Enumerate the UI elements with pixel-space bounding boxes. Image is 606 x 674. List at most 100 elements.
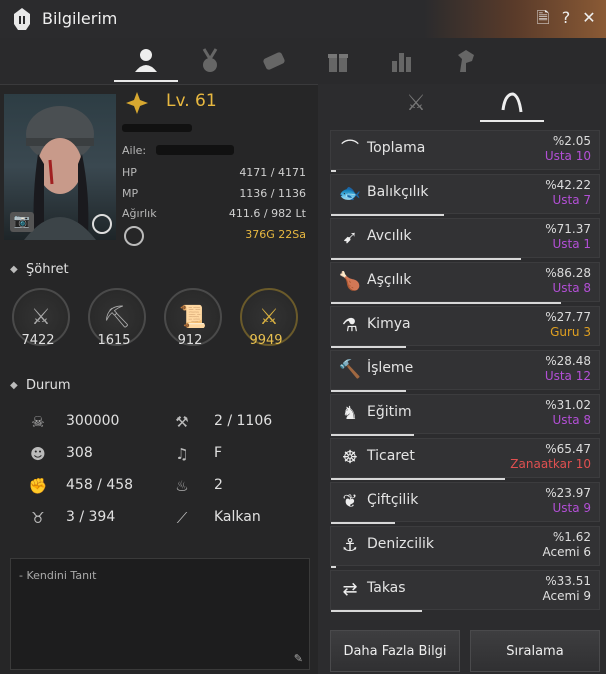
edit-pencil-icon[interactable]: ✎ xyxy=(294,652,303,665)
lifeskill-rank: Zanaatkar 10 xyxy=(510,457,591,471)
lifeskill-rank: Usta 8 xyxy=(552,281,591,295)
mp-value: 1136 / 1136 xyxy=(239,187,306,200)
swap-icon: ⇄ xyxy=(342,579,358,600)
lifeskill-percent: %65.47 xyxy=(545,442,591,456)
lifeskill-progress-bar xyxy=(331,478,505,480)
lifeskill-rank: Usta 12 xyxy=(544,369,591,383)
lifeskill-row[interactable]: ➹ Avcılık %71.37 Usta 1 xyxy=(330,218,600,260)
flask-icon: ⚗ xyxy=(341,315,359,336)
condition-value-8: Kalkan xyxy=(214,509,261,525)
horse-head-icon xyxy=(458,50,474,72)
soldier-icon: ☻ xyxy=(30,445,46,463)
help-icon[interactable]: ? xyxy=(557,8,575,28)
tab-life-skills[interactable] xyxy=(480,86,544,122)
lifeskill-row[interactable]: 🔨 İşleme %28.48 Usta 12 xyxy=(330,350,600,392)
clock-icon xyxy=(124,226,144,246)
lifeskill-progress-bar xyxy=(331,434,414,436)
lifeskill-row[interactable]: ⚗ Kimya %27.77 Guru 3 xyxy=(330,306,600,348)
wheel-icon: ☸ xyxy=(341,447,359,468)
lifeskill-rank: Usta 7 xyxy=(552,193,591,207)
lifeskill-row[interactable]: ❦ Çiftçilik %23.97 Usta 9 xyxy=(330,482,600,524)
camera-icon[interactable]: 📷 xyxy=(10,212,34,232)
lifeskill-rank: Acemi 6 xyxy=(542,545,591,559)
tab-gift[interactable] xyxy=(306,40,370,82)
tab-combat[interactable]: ⚔ xyxy=(384,86,448,120)
lifeskill-row[interactable]: ♞ Eğitim %31.02 Usta 8 xyxy=(330,394,600,436)
lifeskill-progress-bar xyxy=(331,566,336,568)
fire-icon: ♨ xyxy=(175,477,189,495)
lifeskill-rank: Usta 1 xyxy=(552,237,591,251)
more-info-button[interactable]: Daha Fazla Bilgi xyxy=(330,630,460,672)
diamond-bullet-icon: ◆ xyxy=(10,380,18,391)
lifeskill-percent: %33.51 xyxy=(545,574,591,588)
settings-icon[interactable] xyxy=(92,214,112,234)
lifeskill-name: Kimya xyxy=(367,316,411,332)
condition-value-1: 300000 xyxy=(66,413,120,429)
ranking-button[interactable]: Sıralama xyxy=(470,630,600,672)
lifeskill-progress-bar xyxy=(331,214,444,216)
close-icon[interactable]: ✕ xyxy=(580,8,598,28)
lifeskill-rank: Acemi 9 xyxy=(542,589,591,603)
lifeskill-row[interactable]: ⚓ Denizcilik %1.62 Acemi 6 xyxy=(330,526,600,568)
condition-value-6: 2 xyxy=(214,477,223,493)
horse-head-icon: ♞ xyxy=(341,403,359,424)
level-emblem-icon xyxy=(126,92,148,114)
window-title: Bilgilerim xyxy=(42,9,118,28)
character-level: Lv. 61 xyxy=(166,91,217,111)
lifeskill-name: Toplama xyxy=(367,140,426,156)
tab-medal[interactable] xyxy=(178,40,242,82)
lifeskill-rank: Usta 9 xyxy=(552,501,591,515)
lifeskill-progress-bar xyxy=(331,610,422,612)
taurus-icon: ♉ xyxy=(31,509,45,527)
playtime-value: 376G 22Sa xyxy=(245,228,306,241)
fish-icon: 🐟 xyxy=(338,183,362,204)
condition-value-5: 458 / 458 xyxy=(66,477,134,493)
fame-title: Şöhret xyxy=(26,262,69,277)
lifeskill-rank: Guru 3 xyxy=(550,325,591,339)
lifeskill-row[interactable]: ⇄ Takas %33.51 Acemi 9 xyxy=(330,570,600,612)
cooking-icon: 🍗 xyxy=(338,271,362,292)
condition-value-7: 3 / 394 xyxy=(66,509,116,525)
self-intro-placeholder: - Kendini Tanıt xyxy=(19,569,97,582)
lifeskill-row[interactable]: 🍗 Aşçılık %86.28 Usta 8 xyxy=(330,262,600,304)
hp-label: HP xyxy=(122,166,137,179)
crossed-swords-icon: ⚔ xyxy=(406,90,426,116)
fame-value-combat: 7422 xyxy=(21,333,55,348)
self-intro-textarea[interactable]: - Kendini Tanıt ✎ xyxy=(10,558,310,670)
lifeskill-row[interactable]: 🐟 Balıkçılık %42.22 Usta 7 xyxy=(330,174,600,216)
lifeskill-row[interactable]: ☸ Ticaret %65.47 Zanaatkar 10 xyxy=(330,438,600,480)
lifeskill-row[interactable]: ⌒ Toplama %2.05 Usta 10 xyxy=(330,130,600,172)
lifeskill-name: Takas xyxy=(367,580,406,596)
lifeskill-name: Aşçılık xyxy=(367,272,412,288)
document-icon[interactable]: 🗎 xyxy=(534,8,552,28)
tab-horse[interactable] xyxy=(434,40,498,82)
lifeskill-name: Çiftçilik xyxy=(367,492,419,508)
lifeskill-percent: %31.02 xyxy=(545,398,591,412)
lifeskill-percent: %28.48 xyxy=(545,354,591,368)
lifeskill-name: Eğitim xyxy=(367,404,412,420)
tab-scroll[interactable] xyxy=(242,40,306,82)
lifeskill-name: Avcılık xyxy=(367,228,412,244)
tab-profile[interactable] xyxy=(114,40,178,82)
weight-label: Ağırlık xyxy=(122,207,157,220)
lifeskill-percent: %23.97 xyxy=(545,486,591,500)
music-icon: ♫ xyxy=(175,445,189,463)
lifeskill-name: Denizcilik xyxy=(367,536,434,552)
lifeskill-rank: Usta 10 xyxy=(544,149,591,163)
sickle-icon: ⌒ xyxy=(341,139,359,160)
weight-value: 411.6 / 982 Lt xyxy=(228,207,306,220)
helmet-icon xyxy=(14,8,30,30)
lifeskill-percent: %1.62 xyxy=(552,530,591,544)
lifeskill-percent: %42.22 xyxy=(545,178,591,192)
sprout-icon: ❦ xyxy=(342,491,358,512)
lifeskill-percent: %2.05 xyxy=(552,134,591,148)
fame-value-life: 1615 xyxy=(97,333,131,348)
character-name-redacted xyxy=(122,124,192,132)
lifeskill-percent: %86.28 xyxy=(545,266,591,280)
tab-chart[interactable] xyxy=(370,40,434,82)
lifeskill-name: İşleme xyxy=(367,360,414,376)
condition-title: Durum xyxy=(26,378,71,393)
hammer-icon: ⚒ xyxy=(175,413,189,431)
family-name-redacted xyxy=(156,145,234,155)
lifeskill-rank: Usta 8 xyxy=(552,413,591,427)
